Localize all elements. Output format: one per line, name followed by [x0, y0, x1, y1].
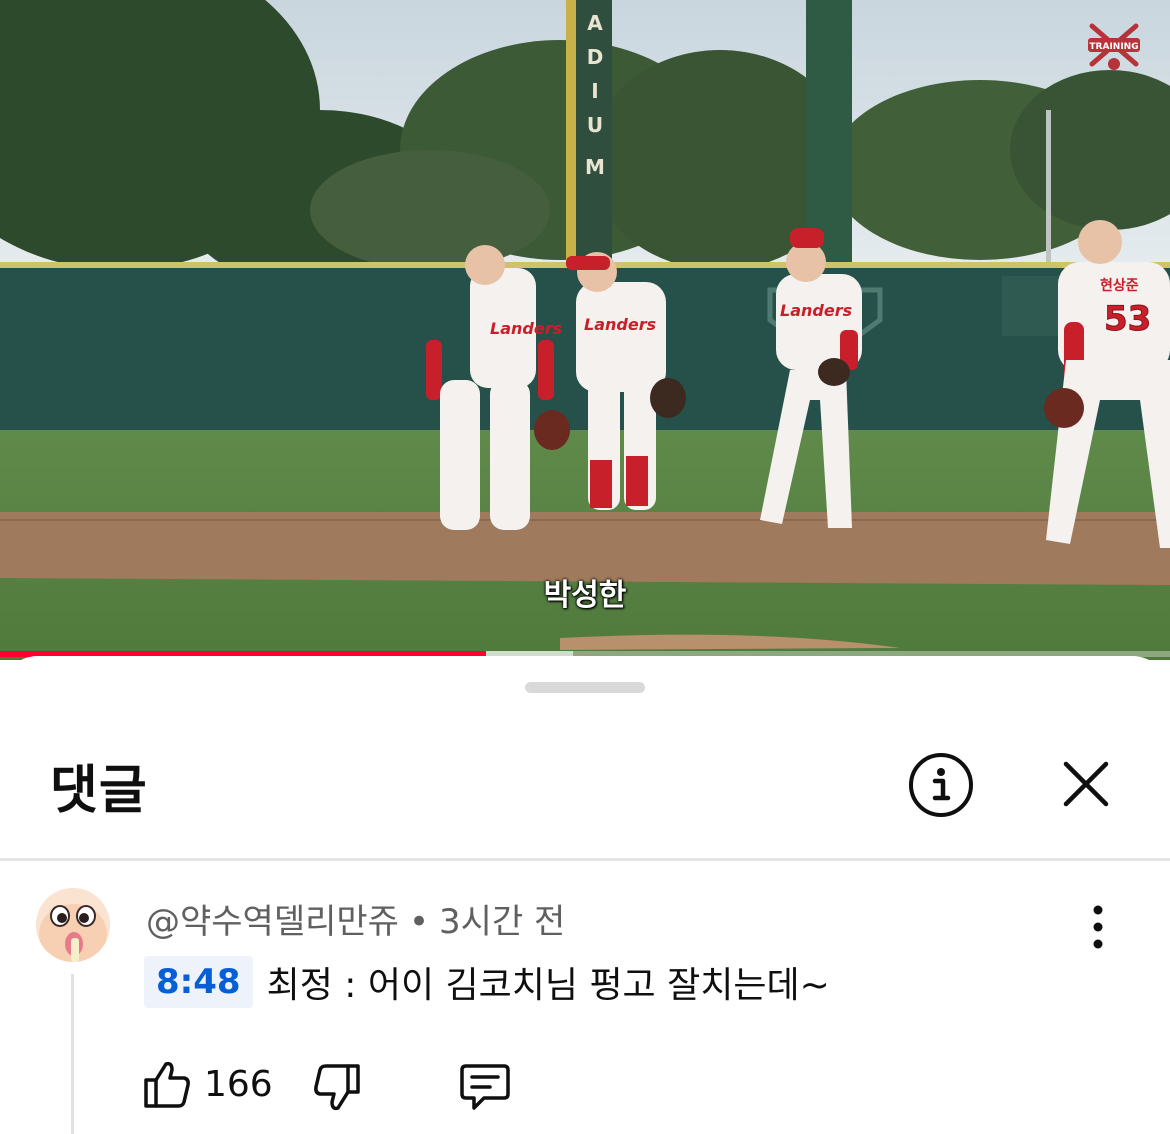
- header-divider: [0, 858, 1170, 861]
- jersey-name: 현상준: [1100, 278, 1139, 294]
- info-icon: [909, 753, 973, 817]
- reply-icon: [460, 1064, 510, 1110]
- stadium-letter: A: [587, 11, 603, 35]
- avatar[interactable]: [36, 888, 110, 962]
- like-button[interactable]: [142, 1058, 192, 1112]
- info-button[interactable]: [908, 752, 974, 818]
- video-frame: A D I U M Landers Landers Landers 현상준 53: [0, 0, 1170, 660]
- comments-title: 댓글: [50, 761, 148, 821]
- thumbs-up-icon: [144, 1061, 190, 1108]
- thread-line: [71, 974, 74, 1134]
- comment-author[interactable]: @약수역델리만쥬: [146, 902, 399, 942]
- stadium-letter: D: [587, 45, 604, 69]
- timestamp-link[interactable]: 8:48: [144, 956, 253, 1008]
- jersey-text: Landers: [780, 301, 852, 320]
- like-count: 166: [204, 1064, 273, 1105]
- comments-sheet: 댓글 @약수역델리만쥬 • 3시간 전 8:48 최정: 어이 김코치님 펑고…: [0, 656, 1170, 1134]
- close-icon: [1063, 761, 1109, 807]
- close-button[interactable]: [1058, 756, 1114, 812]
- stadium-letter: I: [591, 79, 598, 103]
- meta-separator: •: [408, 902, 430, 942]
- dislike-button[interactable]: [312, 1060, 362, 1114]
- jersey-text: Landers: [584, 315, 656, 334]
- avatar-image: [36, 888, 110, 962]
- comment-meta: @약수역델리만쥬 • 3시간 전: [146, 894, 565, 943]
- comment-text: 최정 : 어이 김코치님 펑고 잘치는데~: [266, 965, 830, 1006]
- jersey-text: Landers: [490, 319, 562, 338]
- video-player[interactable]: A D I U M Landers Landers Landers 현상준 53…: [0, 0, 1170, 660]
- reply-button[interactable]: [458, 1060, 512, 1112]
- video-subtitle: 박성한: [543, 578, 627, 613]
- comment-body: 8:48 최정 : 어이 김코치님 펑고 잘치는데~: [144, 953, 830, 1011]
- more-vertical-icon: [1093, 905, 1103, 949]
- stadium-letter: M: [585, 155, 605, 179]
- drag-handle[interactable]: [525, 682, 645, 693]
- channel-logo-text: TRAINING: [1089, 42, 1138, 52]
- more-options-button[interactable]: [1078, 902, 1118, 952]
- comment-time: 3시간 전: [439, 902, 566, 942]
- stadium-letter: U: [587, 113, 603, 137]
- thumbs-down-icon: [314, 1064, 360, 1111]
- jersey-number: 53: [1104, 299, 1151, 339]
- channel-watermark-logo: TRAINING: [1086, 20, 1142, 72]
